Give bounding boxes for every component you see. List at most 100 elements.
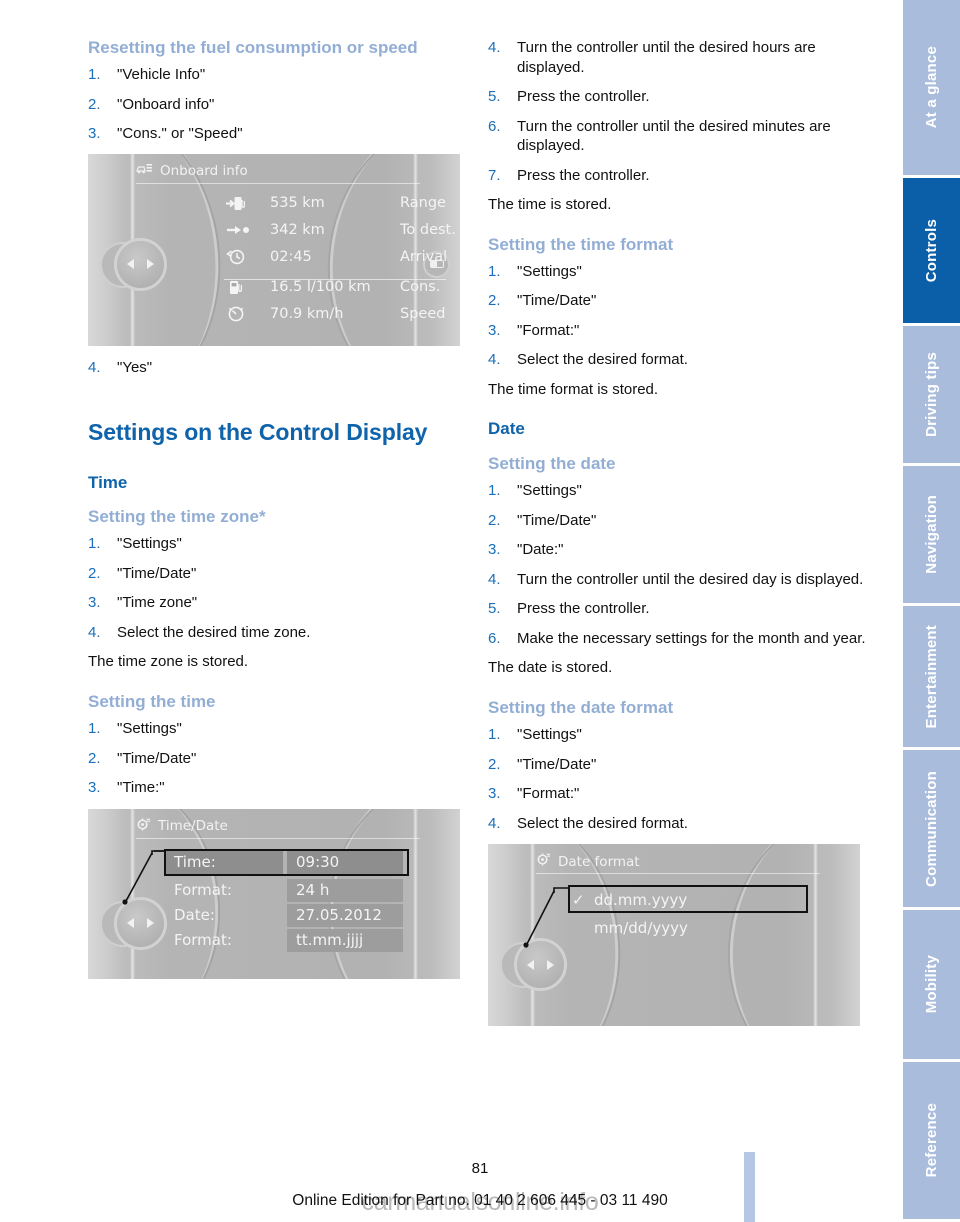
list-number: 5. xyxy=(488,600,501,618)
section-tabs-sidebar: At a glance Controls Driving tips Naviga… xyxy=(903,0,960,1222)
list-item: 3. "Time:" xyxy=(88,778,468,798)
decorative-stripe xyxy=(413,808,418,979)
list-number: 1. xyxy=(88,720,101,738)
list-item: 4. "Yes" xyxy=(88,358,468,378)
list-item: 3. "Format:" xyxy=(488,321,868,341)
list-item: 3. "Format:" xyxy=(488,784,868,804)
onboard-label: To dest. xyxy=(400,222,456,239)
list-text: Turn the controller until the desired mi… xyxy=(517,117,831,155)
table-row: 342 km To dest. xyxy=(226,217,456,244)
list-text: "Time zone" xyxy=(117,594,198,612)
list-number: 5. xyxy=(488,88,501,105)
list-item: 4. Turn the controller until the desired … xyxy=(488,38,868,77)
list-item: 7. Press the controller. xyxy=(488,166,868,186)
figure-title-text: Onboard info xyxy=(160,162,248,179)
list-item: 2. "Time/Date" xyxy=(488,291,868,311)
list-item: 3. "Date:" xyxy=(488,540,868,560)
sidebar-item-at-a-glance[interactable]: At a glance xyxy=(903,0,960,178)
option-label: mm/dd/yyyy xyxy=(594,919,688,938)
list-number: 3. xyxy=(488,785,501,803)
heading-settings-control-display: Settings on the Control Display xyxy=(88,419,428,446)
selection-highlight-box xyxy=(568,885,808,914)
gear-icon xyxy=(536,852,551,871)
knob-face xyxy=(114,896,167,950)
arrow-right-icon xyxy=(147,259,154,270)
right-column: 4. Turn the controller until the desired … xyxy=(488,38,868,1027)
list-item: 1. "Settings" xyxy=(88,719,468,739)
menu-row-time-format[interactable]: Format: 24 h xyxy=(166,878,403,902)
heading-setting-time-zone: Setting the time zone* xyxy=(88,506,266,526)
row-divider xyxy=(224,278,446,280)
date-format-steps-list: 1. "Settings" 2. "Time/Date" 3. "Format:" 4… xyxy=(488,725,868,833)
list-number: 4. xyxy=(88,623,101,641)
decorative-arc xyxy=(713,844,860,1027)
menu-row-date-format[interactable]: Format: tt.mm.jjjj xyxy=(166,928,403,952)
list-item: 1. "Settings" xyxy=(488,262,868,282)
edition-footer-text: Online Edition for Part no. 01 40 2 606 … xyxy=(292,1192,668,1209)
onboard-value: 70.9 km/h xyxy=(270,306,344,323)
list-text: "Yes" xyxy=(117,358,153,376)
option-row-mm-dd-yyyy[interactable]: mm/dd/yyyy xyxy=(572,916,688,940)
time-zone-steps-list: 1. "Settings" 2. "Time/Date" 3. "Time zone"… xyxy=(88,534,468,642)
menu-row-value: tt.mm.jjjj xyxy=(287,928,403,952)
arrow-right-icon xyxy=(547,959,554,970)
heading-setting-the-time: Setting the time xyxy=(88,691,216,711)
heading-setting-the-date: Setting the date xyxy=(488,453,616,473)
list-number: 3. xyxy=(88,125,101,143)
sidebar-item-entertainment[interactable]: Entertainment xyxy=(903,606,960,750)
list-number: 2. xyxy=(88,564,101,582)
sidebar-item-mobility[interactable]: Mobility xyxy=(903,910,960,1062)
list-text: "Settings" xyxy=(517,482,582,500)
tab-label: Navigation xyxy=(923,495,940,574)
decorative-arc xyxy=(714,844,860,1027)
sidebar-item-driving-tips[interactable]: Driving tips xyxy=(903,326,960,466)
onboard-value: 535 km xyxy=(270,195,325,212)
list-text: "Format:" xyxy=(517,785,580,803)
gear-icon xyxy=(136,817,151,836)
list-text: Select the desired format. xyxy=(517,814,688,832)
list-number: 1. xyxy=(88,66,101,84)
knob-face xyxy=(114,237,167,291)
list-text: "Settings" xyxy=(117,720,182,738)
list-item: 1. "Vehicle Info" xyxy=(88,65,468,85)
tab-label: Controls xyxy=(923,218,940,283)
list-number: 4. xyxy=(488,570,501,588)
list-text: "Time/Date" xyxy=(517,755,597,773)
list-number: 7. xyxy=(488,166,501,184)
list-item: 1. "Settings" xyxy=(488,481,868,501)
list-item: 6. Turn the controller until the desired … xyxy=(488,117,868,156)
figure-title-bar: Date format xyxy=(536,852,640,871)
figure-title-bar: Time/Date xyxy=(136,817,228,836)
heading-time: Time xyxy=(88,472,128,492)
list-text: Make the necessary settings for the mont… xyxy=(517,629,866,647)
list-item: 5. Press the controller. xyxy=(488,599,868,619)
list-item: 2. "Time/Date" xyxy=(88,749,468,769)
figure-title-text: Date format xyxy=(558,853,640,870)
selection-highlight-box xyxy=(164,848,409,876)
list-number: 3. xyxy=(88,594,101,612)
list-item: 1. "Settings" xyxy=(488,725,868,745)
list-item: 4. Turn the controller until the desired … xyxy=(488,570,868,590)
list-number: 1. xyxy=(488,262,501,280)
left-column: Resetting the fuel consumption or speed … xyxy=(88,38,468,979)
heading-date: Date xyxy=(488,419,525,439)
list-number: 1. xyxy=(88,535,101,553)
heading-setting-time-format: Setting the time format xyxy=(488,234,674,254)
list-number: 6. xyxy=(488,629,501,647)
menu-row-date[interactable]: Date: 27.05.2012 xyxy=(166,903,403,927)
title-divider xyxy=(536,873,820,875)
sidebar-item-communication[interactable]: Communication xyxy=(903,750,960,910)
list-text: Press the controller. xyxy=(517,166,650,184)
sidebar-item-navigation[interactable]: Navigation xyxy=(903,466,960,606)
list-text: Turn the controller until the desired da… xyxy=(517,570,864,588)
list-text: "Cons." or "Speed" xyxy=(117,125,243,143)
list-item: 4. Select the desired time zone. xyxy=(88,623,468,643)
sidebar-item-controls[interactable]: Controls xyxy=(903,178,960,326)
onboard-label: Range xyxy=(400,195,446,212)
setting-time-steps-list: 1. "Settings" 2. "Time/Date" 3. "Time:" xyxy=(88,719,468,798)
list-text: "Settings" xyxy=(117,535,182,553)
list-item: 2. "Onboard info" xyxy=(88,95,468,115)
